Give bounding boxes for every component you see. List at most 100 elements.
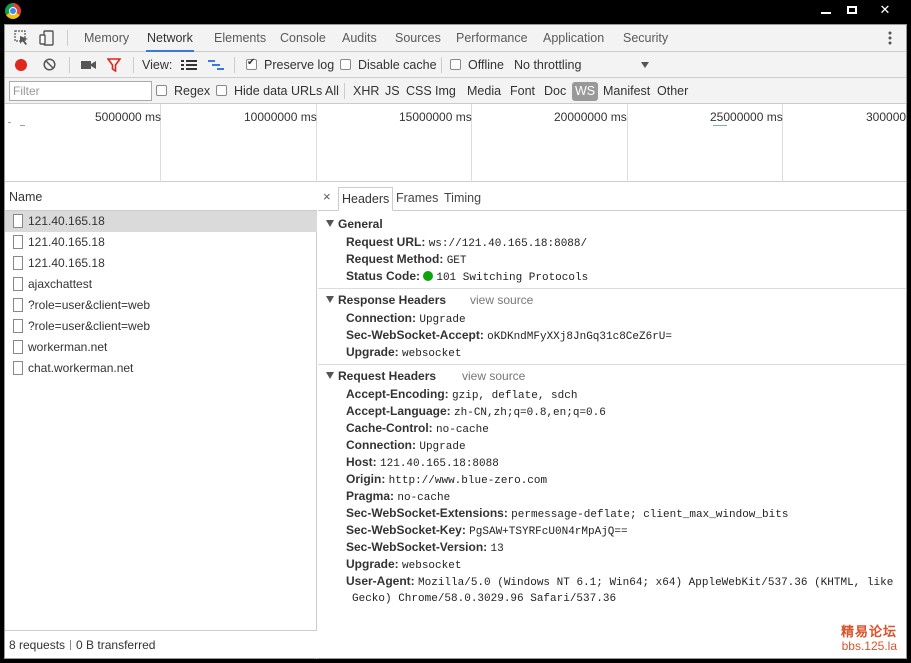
preserve-log-checkbox[interactable] [246, 57, 257, 70]
filter-icon[interactable] [107, 58, 121, 72]
document-icon [13, 298, 23, 312]
hide-data-urls-checkbox[interactable] [216, 85, 227, 96]
request-name: ?role=user&client=web [28, 298, 151, 312]
request-row[interactable]: chat.workerman.net [5, 358, 317, 379]
request-row[interactable]: 121.40.165.18 [5, 211, 317, 232]
close-icon[interactable]: × [323, 189, 331, 204]
large-rows-icon[interactable] [181, 59, 197, 71]
record-icon[interactable] [15, 59, 27, 71]
tab-network[interactable]: Network [146, 25, 194, 52]
user-agent-continuation: Gecko) Chrome/58.0.3029.96 Safari/537.36 [352, 593, 617, 605]
request-row[interactable]: 121.40.165.18 [5, 232, 317, 253]
regex-checkbox[interactable] [156, 85, 167, 96]
inspect-element-icon[interactable] [14, 30, 30, 46]
tab-performance[interactable]: Performance [455, 25, 529, 52]
request-header-row: User-Agent: Mozilla/5.0 (Windows NT 6.1;… [346, 574, 894, 589]
disable-cache-checkbox[interactable] [340, 59, 351, 70]
timeline-marker [713, 125, 727, 126]
tab-audits[interactable]: Audits [341, 25, 378, 52]
timeline-overview[interactable]: 5000000 ms 10000000 ms 15000000 ms 20000… [5, 104, 906, 182]
request-headers-section-header[interactable]: Request Headers [326, 367, 436, 385]
tab-headers[interactable]: Headers [338, 187, 394, 211]
timeline-marker [20, 125, 25, 126]
request-row[interactable]: ?role=user&client=web [5, 295, 317, 316]
request-method-row: Request Method: GET [346, 252, 467, 267]
filter-type-font[interactable]: Font [510, 78, 535, 104]
clear-icon[interactable] [43, 58, 56, 71]
waterfall-icon[interactable] [208, 59, 224, 71]
request-row[interactable]: 121.40.165.18 [5, 253, 317, 274]
network-toolbar: View: Preserve log Disable cache Offline… [5, 52, 906, 78]
tab-frames[interactable]: Frames [393, 187, 441, 211]
filter-input[interactable] [9, 81, 152, 101]
response-header-row: Upgrade: websocket [346, 345, 462, 360]
request-name: 121.40.165.18 [28, 214, 105, 228]
filter-type-ws[interactable]: WS [572, 82, 599, 101]
request-row[interactable]: workerman.net [5, 337, 317, 358]
detail-tabbar: × Headers Frames Timing [318, 183, 906, 211]
chrome-logo-icon [5, 3, 21, 19]
tab-memory[interactable]: Memory [83, 25, 130, 52]
document-icon [13, 235, 23, 249]
hide-data-urls-label: Hide data URLs [234, 84, 323, 98]
request-view-source-link[interactable]: view source [462, 367, 525, 385]
request-name: 121.40.165.18 [28, 235, 105, 249]
document-icon [13, 340, 23, 354]
device-toolbar-icon[interactable] [39, 30, 55, 46]
tab-security[interactable]: Security [622, 25, 669, 52]
tab-elements[interactable]: Elements [213, 25, 267, 52]
response-view-source-link[interactable]: view source [470, 291, 533, 309]
filter-type-manifest[interactable]: Manifest [603, 78, 650, 104]
filter-type-all[interactable]: All [325, 78, 339, 104]
toolbar-divider [69, 57, 70, 73]
filter-type-img[interactable]: Img [435, 78, 456, 104]
filter-type-other[interactable]: Other [657, 78, 688, 104]
tab-timing[interactable]: Timing [441, 187, 484, 211]
filter-type-doc[interactable]: Doc [544, 78, 566, 104]
maximize-icon [847, 6, 857, 14]
camera-icon[interactable] [81, 59, 96, 71]
request-url-row: Request URL: ws://121.40.165.18:8088/ [346, 235, 588, 250]
maximize-button[interactable] [841, 0, 863, 20]
section-divider [318, 364, 906, 365]
minimize-button[interactable] [815, 0, 837, 20]
request-header-row: Upgrade: websocket [346, 557, 462, 572]
request-header-row: Host: 121.40.165.18:8088 [346, 455, 499, 470]
request-details-pane: × Headers Frames Timing General Request … [318, 183, 906, 659]
response-header-row: Sec-WebSocket-Accept: oKDKndMFyXXj8JnGq3… [346, 328, 673, 343]
filter-type-js[interactable]: JS [385, 78, 400, 104]
tab-console[interactable]: Console [279, 25, 327, 52]
response-headers-section-header[interactable]: Response Headers [326, 291, 446, 309]
offline-label: Offline [468, 58, 504, 72]
close-window-button[interactable]: ✕ [866, 0, 904, 20]
more-options-icon[interactable] [885, 30, 895, 46]
offline-checkbox[interactable] [450, 59, 461, 70]
status-divider [70, 640, 72, 650]
request-header-row: Sec-WebSocket-Extensions: permessage-def… [346, 506, 789, 521]
collapse-arrow-icon [326, 296, 334, 303]
tab-sources[interactable]: Sources [394, 25, 442, 52]
filter-type-xhr[interactable]: XHR [353, 78, 379, 104]
filter-type-css[interactable]: CSS [406, 78, 432, 104]
request-row[interactable]: ?role=user&client=web [5, 316, 317, 337]
request-header-row: Sec-WebSocket-Key: PgSAW+TSYRFcU0N4rMpAj… [346, 523, 628, 538]
request-list-pane: Name 121.40.165.18 121.40.165.18 121.40.… [5, 183, 317, 659]
filter-bar: Regex Hide data URLs All XHR JS CSS Img … [5, 78, 906, 104]
request-name: chat.workerman.net [28, 361, 134, 375]
throttling-select[interactable]: No throttling [514, 52, 581, 78]
request-header-row: Accept-Language: zh-CN,zh;q=0.8,en;q=0.6 [346, 404, 606, 419]
general-section-header[interactable]: General [326, 215, 383, 233]
request-row[interactable]: ajaxchattest [5, 274, 317, 295]
request-name: workerman.net [28, 340, 108, 354]
name-column-header[interactable]: Name [5, 183, 317, 211]
dropdown-arrow-icon[interactable] [641, 62, 649, 68]
status-ok-icon [423, 271, 434, 281]
document-icon [13, 214, 23, 228]
window-titlebar: ✕ [0, 0, 911, 24]
status-code-row: Status Code: 101 Switching Protocols [346, 269, 589, 284]
tab-application[interactable]: Application [542, 25, 605, 52]
request-name: ?role=user&client=web [28, 319, 151, 333]
filter-type-media[interactable]: Media [467, 78, 501, 104]
request-header-row: Connection: Upgrade [346, 438, 466, 453]
request-header-row: Pragma: no-cache [346, 489, 451, 504]
